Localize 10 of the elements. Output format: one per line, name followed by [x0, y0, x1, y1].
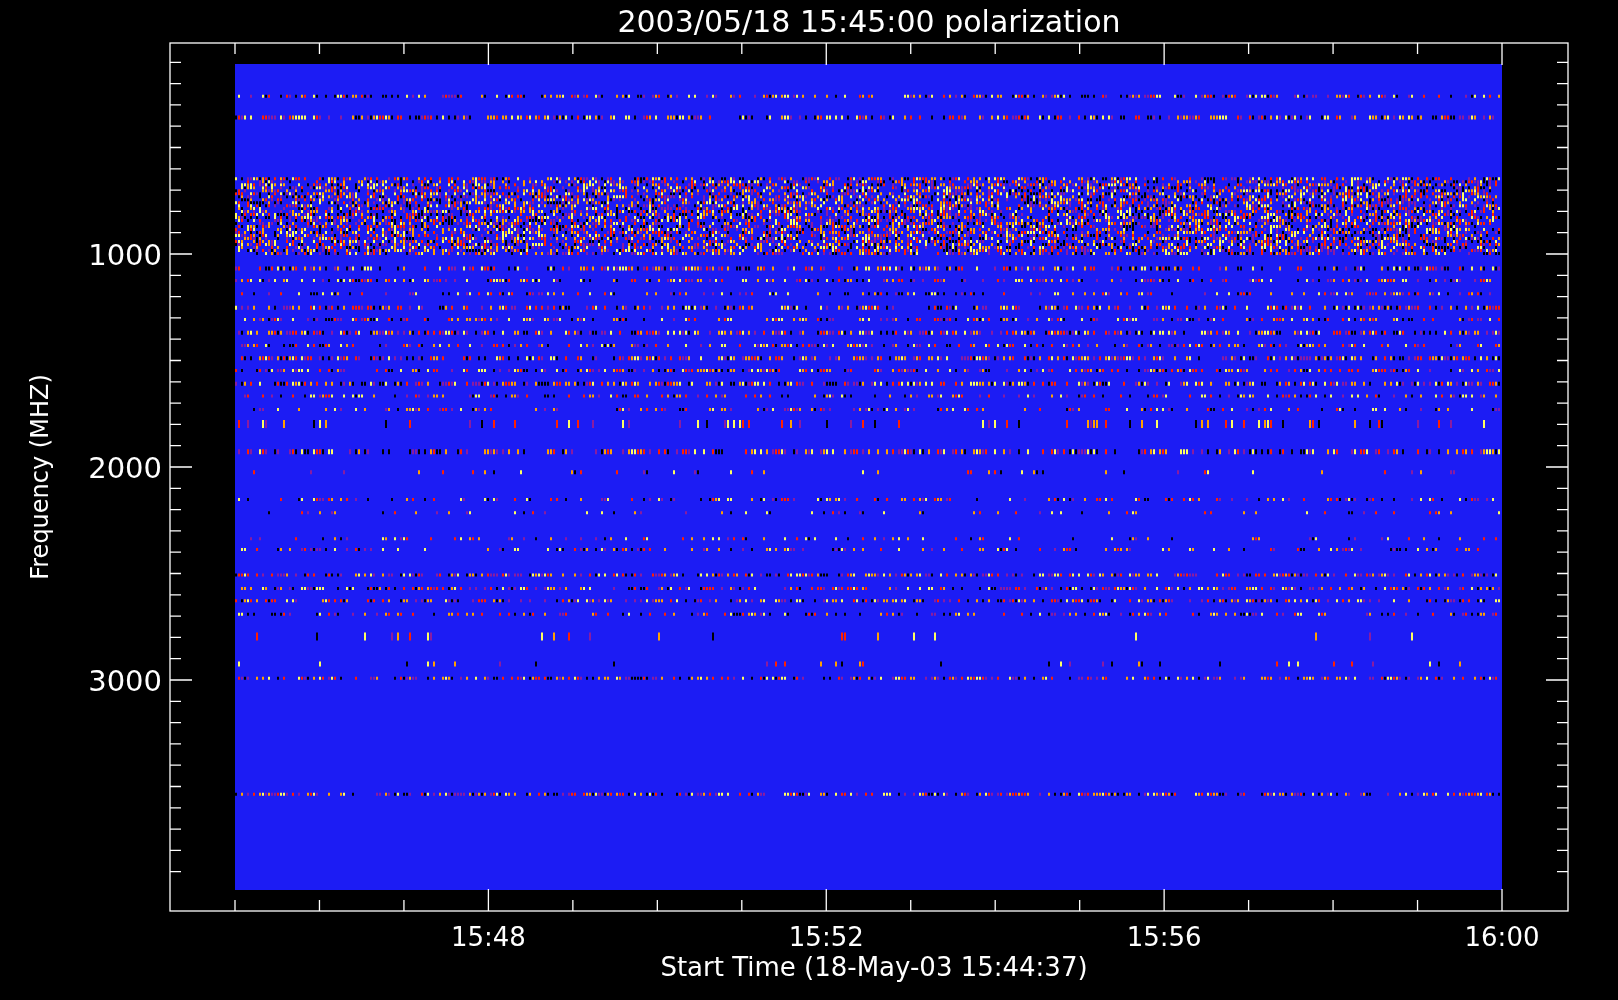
x-tick-label: 16:00 [1464, 922, 1540, 952]
y-tick-label: 2000 [88, 451, 162, 485]
y-axis-label: Frequency (MHZ) [26, 374, 54, 580]
x-axis-label: Start Time (18-May-03 15:44:37) [660, 952, 1088, 982]
y-tick-label: 1000 [88, 238, 162, 272]
x-tick-label: 15:48 [450, 922, 526, 952]
x-tick-label: 15:52 [788, 922, 864, 952]
x-tick-label: 15:56 [1126, 922, 1202, 952]
y-tick-label: 3000 [88, 664, 162, 698]
plot-title: 2003/05/18 15:45:00 polarization [616, 2, 1122, 41]
